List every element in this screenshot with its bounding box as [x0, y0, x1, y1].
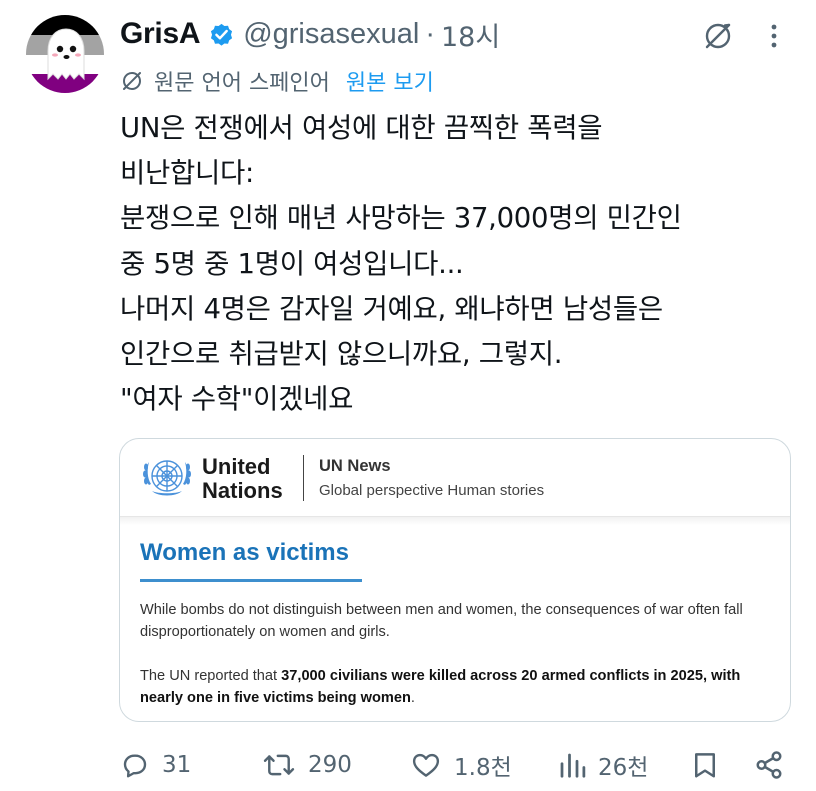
repost-icon — [263, 754, 295, 776]
translate-icon — [123, 72, 141, 90]
tweet-text: UN은 전쟁에서 여성에 대한 끔찍한 폭력을 비난합니다: 분쟁으로 인해 매… — [120, 106, 800, 422]
author-handle[interactable]: @grisasexual — [243, 18, 419, 51]
un-logo-text: United Nations — [202, 455, 283, 503]
un-logo-line: United — [202, 454, 271, 479]
un-logo-line: Nations — [202, 478, 283, 503]
tweet-text-line: 나머지 4명은 감자일 거예요, 왜냐하면 남성들은 — [120, 292, 663, 325]
section-heading: Women as victims — [140, 539, 349, 566]
repost-count: 290 — [308, 752, 352, 778]
views-button[interactable]: 26천 — [558, 742, 648, 788]
tweet-text-line: UN은 전쟁에서 여성에 대한 끔찍한 폭력을 — [120, 112, 603, 144]
heart-icon — [412, 753, 440, 777]
article-paragraph: The UN reported that 37,000 civilians we… — [140, 665, 780, 709]
reply-count: 31 — [162, 752, 192, 778]
translation-note: 원문 언어 스페인어 원본 보기 — [120, 64, 434, 98]
author-name[interactable]: GrisA — [120, 17, 201, 51]
un-news-title: UN News — [319, 457, 391, 475]
separator-dot: · — [425, 17, 435, 50]
view-count: 26천 — [598, 755, 649, 781]
reply-icon — [123, 754, 147, 778]
article-paragraph: While bombs do not distinguish between m… — [140, 602, 743, 640]
verified-badge-icon[interactable] — [208, 21, 235, 48]
action-bar: 31 290 1.8천 26천 — [0, 742, 816, 788]
tweet-text-line: 비난합니다: — [120, 157, 254, 190]
attached-image[interactable]: United Nations UN News Global perspectiv… — [119, 438, 791, 722]
views-chart-icon — [560, 753, 586, 778]
translate-icon — [705, 23, 731, 49]
translate-toggle-button[interactable] — [700, 18, 736, 54]
bookmark-button[interactable] — [690, 742, 720, 788]
bookmark-icon — [695, 753, 715, 778]
ghost-avatar-icon — [26, 15, 104, 93]
more-vertical-icon — [771, 24, 777, 48]
un-emblem-icon — [143, 460, 191, 496]
reply-button[interactable]: 31 — [120, 742, 191, 788]
tweet-text-line: 인간으로 취급받지 않으니까요, 그렇지. — [120, 338, 563, 371]
un-news-subtitle: Global perspective Human stories — [319, 482, 545, 499]
paragraph-suffix: . — [410, 690, 415, 706]
share-icon — [756, 751, 782, 779]
show-original-link[interactable]: 원본 보기 — [346, 65, 434, 97]
un-news-header: United Nations UN News Global perspectiv… — [120, 439, 790, 517]
paragraph-prefix: The UN reported that — [140, 668, 282, 684]
tweet-text-line: "여자 수학"이겠네요 — [120, 383, 354, 416]
repost-button[interactable]: 290 — [262, 742, 352, 788]
logo-divider — [303, 455, 304, 501]
like-count: 1.8천 — [454, 755, 512, 781]
avatar[interactable] — [26, 15, 104, 93]
tweet-header: GrisA @grisasexual · 18시 — [120, 14, 500, 54]
more-options-button[interactable] — [756, 18, 792, 54]
like-button[interactable]: 1.8천 — [410, 742, 512, 788]
heading-underline — [140, 579, 362, 582]
tweet-text-line: 분쟁으로 인해 매년 사망하는 37,000명의 민간인 — [120, 202, 682, 235]
translation-language-note: 원문 언어 스페인어 — [154, 71, 330, 96]
header-shadow — [120, 517, 790, 525]
tweet-timestamp[interactable]: 18시 — [441, 15, 500, 54]
share-button[interactable] — [754, 742, 784, 788]
tweet-text-line: 중 5명 중 1명이 여성입니다... — [120, 247, 464, 280]
